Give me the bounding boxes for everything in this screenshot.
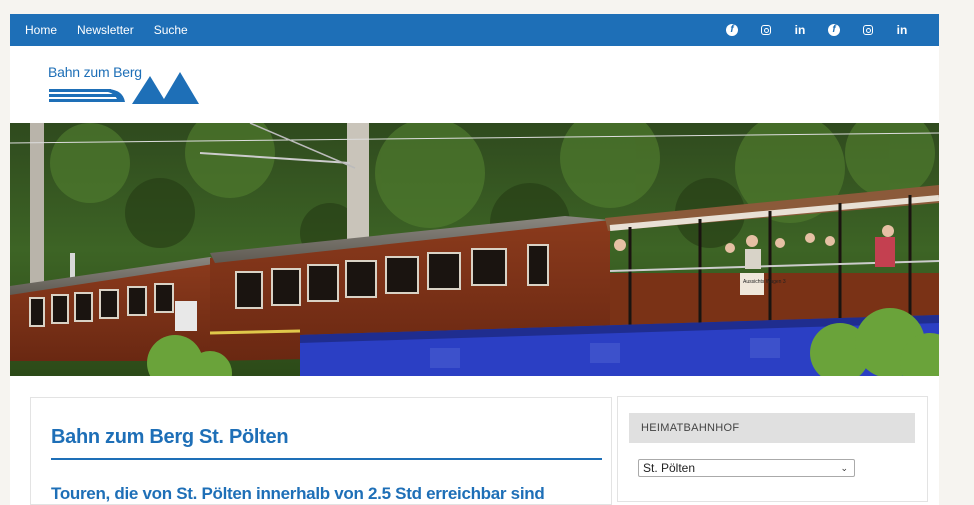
top-bar: Home Newsletter Suche f in f in xyxy=(10,14,939,46)
instagram-icon[interactable] xyxy=(749,25,783,35)
instagram-icon[interactable] xyxy=(851,25,885,35)
sidebar-widget: HEIMATBAHNHOF St. Pölten ⌄ xyxy=(617,396,928,502)
wagon-sign: Aussichts Wagen 3 xyxy=(743,279,786,285)
chevron-down-icon: ⌄ xyxy=(840,463,848,473)
facebook-icon[interactable]: f xyxy=(715,24,749,36)
widget-title: HEIMATBAHNHOF xyxy=(629,413,915,443)
nav-search-link[interactable]: Suche xyxy=(154,23,188,37)
main-content-box: Bahn zum Berg St. Pölten Touren, die von… xyxy=(30,397,612,505)
nav-home-link[interactable]: Home xyxy=(25,23,57,37)
page-title: Bahn zum Berg St. Pölten xyxy=(51,426,289,448)
hero-image: Aussichts Wagen 3 xyxy=(10,123,939,376)
site-logo[interactable]: Bahn zum Berg xyxy=(48,64,208,109)
station-select-value: St. Pölten xyxy=(643,461,696,475)
social-links: f in f in xyxy=(715,14,919,46)
nav-newsletter-link[interactable]: Newsletter xyxy=(77,23,134,37)
linkedin-icon[interactable]: in xyxy=(783,23,817,37)
linkedin-icon[interactable]: in xyxy=(885,23,919,37)
logo-train-mountain-icon xyxy=(49,72,199,104)
train-photo: Aussichts Wagen 3 xyxy=(10,123,939,376)
title-divider xyxy=(51,458,602,460)
page-subtitle: Touren, die von St. Pölten innerhalb von… xyxy=(51,484,545,503)
facebook-icon[interactable]: f xyxy=(817,24,851,36)
station-select[interactable]: St. Pölten ⌄ xyxy=(638,459,855,477)
top-nav: Home Newsletter Suche xyxy=(25,14,188,46)
site-container: Home Newsletter Suche f in f in Bahn zum… xyxy=(10,14,939,505)
